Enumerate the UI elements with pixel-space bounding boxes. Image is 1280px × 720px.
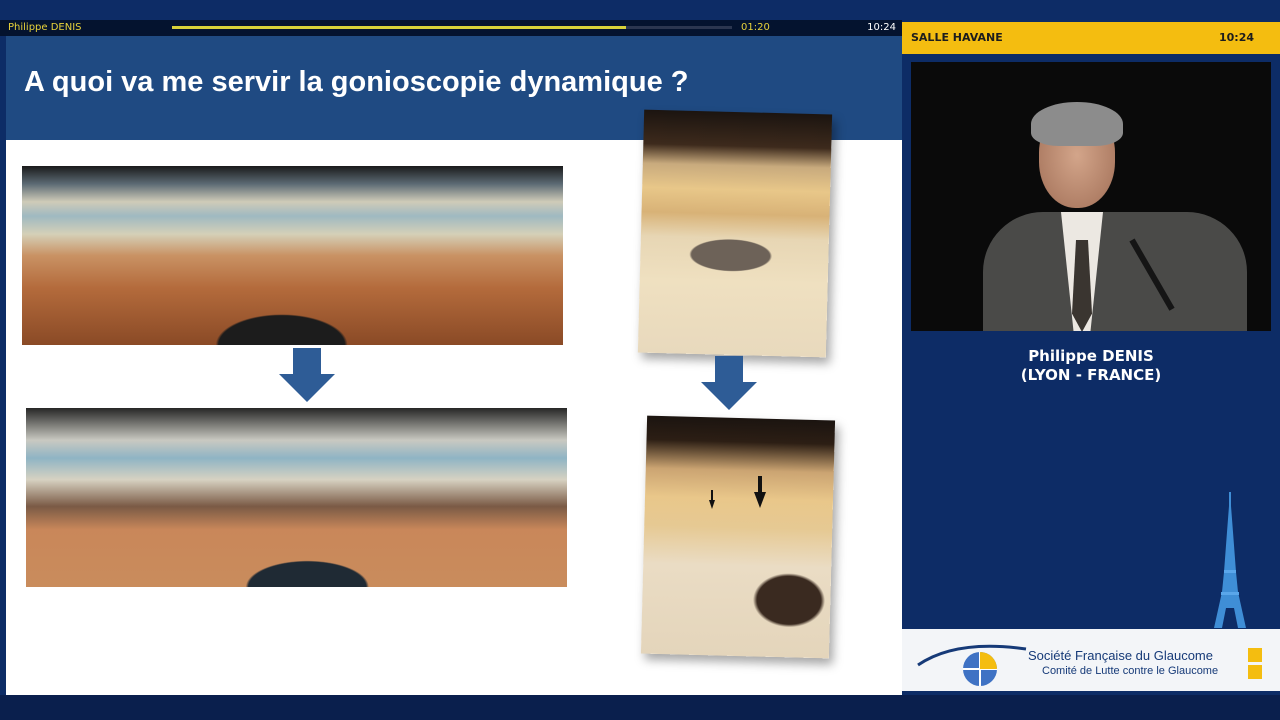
presenter-location: (LYON - FRANCE) [1020,366,1162,384]
speaker-video [911,62,1271,331]
presenter-info: Philippe DENIS (LYON - FRANCE) [902,347,1280,385]
presenter-name: Philippe DENIS [1028,347,1154,365]
session-bar: SALLE HAVANE 10:24 [902,22,1280,54]
slide-title: A quoi va me servir la gonioscopie dynam… [24,66,689,98]
speaker-suit [983,212,1247,331]
accent-square [1248,665,1262,679]
speaker-label: Philippe DENIS [8,22,82,33]
indentation-photo-before [637,109,833,358]
sponsor-line1: Société Française du Glaucome [1028,648,1213,663]
player-top-bar: Philippe DENIS 01:20 10:24 [0,20,902,36]
gonioscopy-photo-after [26,408,567,587]
bottom-strip [0,695,1280,720]
room-label: SALLE HAVANE [911,31,1003,44]
accent-square [1248,648,1262,662]
eiffel-tower-icon [1214,492,1246,628]
progress-fill [172,26,626,29]
elapsed-time: 01:20 [741,22,770,33]
speaker-hair [1031,102,1123,146]
gonioscopy-photo-before [22,166,563,345]
indentation-photo-after [640,415,836,659]
sfg-logo-icon [917,644,1027,686]
progress-bar[interactable] [172,26,732,29]
session-clock: 10:24 [1218,31,1254,44]
sponsor-line2: Comité de Lutte contre le Glaucome [1042,665,1219,677]
player-clock: 10:24 [867,22,896,33]
sponsor-banner: Société Française du Glaucome Comité de … [902,629,1280,691]
